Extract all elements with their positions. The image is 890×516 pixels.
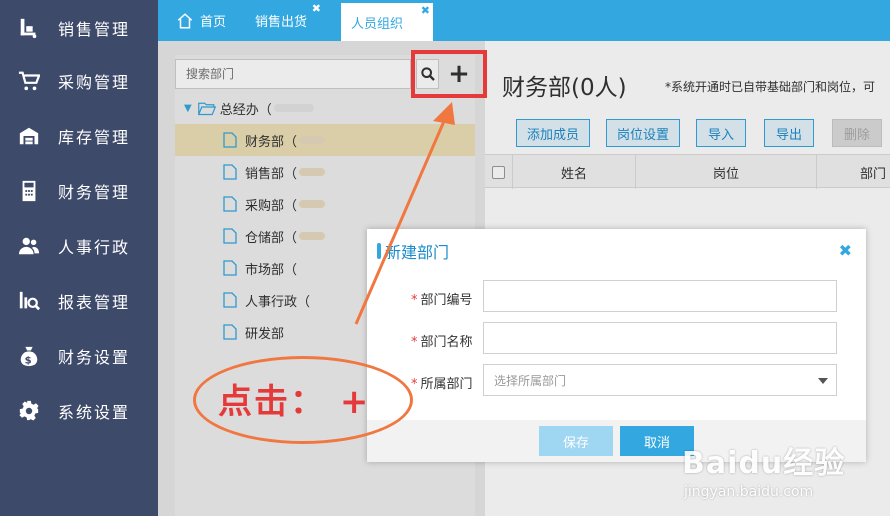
parent-department-select[interactable]: 选择所属部门 [483, 364, 837, 396]
department-name-field[interactable] [483, 322, 837, 354]
tab-label: 首页 [200, 15, 227, 30]
required-mark: * [411, 335, 418, 350]
field-label-text: 部门名称 [420, 335, 473, 350]
sidebar-item-label: 报表管理 [58, 292, 131, 312]
form-row-code: * 部门编号 [367, 280, 866, 314]
sidebar-item-sales[interactable]: 销售管理 [0, 0, 158, 55]
field-label: * 部门编号 [411, 289, 473, 308]
form-row-parent: * 所属部门 选择所属部门 [367, 364, 866, 398]
field-label: * 所属部门 [411, 373, 473, 392]
sidebar-item-label: 财务管理 [58, 182, 131, 202]
title-accent-bar [377, 243, 381, 259]
users-icon [17, 234, 41, 258]
tab-sales-shipment[interactable]: 销售出货 ✖ [255, 0, 321, 41]
close-icon[interactable]: ✖ [839, 241, 852, 260]
watermark-logo: Baidu经验 [682, 446, 846, 481]
department-code-input[interactable] [484, 281, 836, 311]
sidebar-item-label: 系统设置 [58, 402, 131, 422]
sidebar-item-purchase[interactable]: 采购管理 [0, 53, 158, 108]
sidebar-item-label: 采购管理 [58, 72, 131, 92]
form-row-name: * 部门名称 [367, 322, 866, 356]
highlight-box [411, 50, 487, 98]
sidebar: 销售管理 采购管理 库存管理 财务管理 人事行政 报表管理 $ 财务设置 系统设… [0, 0, 158, 516]
required-mark: * [411, 377, 418, 392]
sales-icon [17, 16, 41, 40]
warehouse-icon [17, 124, 41, 148]
sidebar-item-finance-settings[interactable]: $ 财务设置 [0, 328, 158, 383]
calculator-icon [17, 179, 41, 203]
watermark: Baidu经验 jingyan.baidu.com [682, 438, 845, 500]
dialog-title-text: 新建部门 [385, 243, 450, 262]
field-label: * 部门名称 [411, 331, 473, 350]
field-label-text: 部门编号 [420, 293, 473, 308]
sidebar-item-hr[interactable]: 人事行政 [0, 218, 158, 273]
department-code-field[interactable] [483, 280, 837, 312]
required-mark: * [411, 293, 418, 308]
gear-icon [17, 399, 41, 423]
close-icon[interactable]: ✖ [421, 4, 430, 17]
caret-down-icon [818, 378, 828, 384]
sidebar-item-inventory[interactable]: 库存管理 [0, 108, 158, 163]
tab-home[interactable]: 首页 [176, 0, 226, 41]
sidebar-item-reports[interactable]: 报表管理 [0, 273, 158, 328]
dialog-title: 新建部门 [377, 241, 450, 262]
department-name-input[interactable] [484, 323, 836, 353]
tab-org[interactable]: 人员组织 ✖ [341, 3, 433, 41]
close-icon[interactable]: ✖ [312, 2, 321, 15]
sidebar-item-label: 库存管理 [58, 127, 131, 147]
home-icon [177, 12, 193, 28]
watermark-url: jingyan.baidu.com [684, 484, 814, 500]
field-label-text: 所属部门 [420, 377, 473, 392]
cart-icon [17, 69, 41, 93]
svg-text:$: $ [25, 355, 34, 366]
annotation-text: 点击： + [218, 382, 371, 422]
save-button[interactable]: 保存 [539, 426, 613, 456]
sidebar-item-finance[interactable]: 财务管理 [0, 163, 158, 218]
sidebar-item-label: 销售管理 [58, 19, 131, 39]
sidebar-item-label: 财务设置 [58, 347, 131, 367]
sidebar-item-label: 人事行政 [58, 237, 131, 257]
select-placeholder: 选择所属部门 [494, 373, 567, 388]
sidebar-item-system-settings[interactable]: 系统设置 [0, 383, 158, 438]
new-department-dialog: 新建部门 ✖ * 部门编号 * 部门名称 * 所属部门 选择所属部门 保存 取消 [367, 229, 866, 462]
tab-label: 人员组织 [351, 16, 404, 32]
tab-label: 销售出货 [255, 15, 308, 30]
money-bag-icon: $ [17, 344, 41, 368]
report-icon [17, 289, 41, 313]
